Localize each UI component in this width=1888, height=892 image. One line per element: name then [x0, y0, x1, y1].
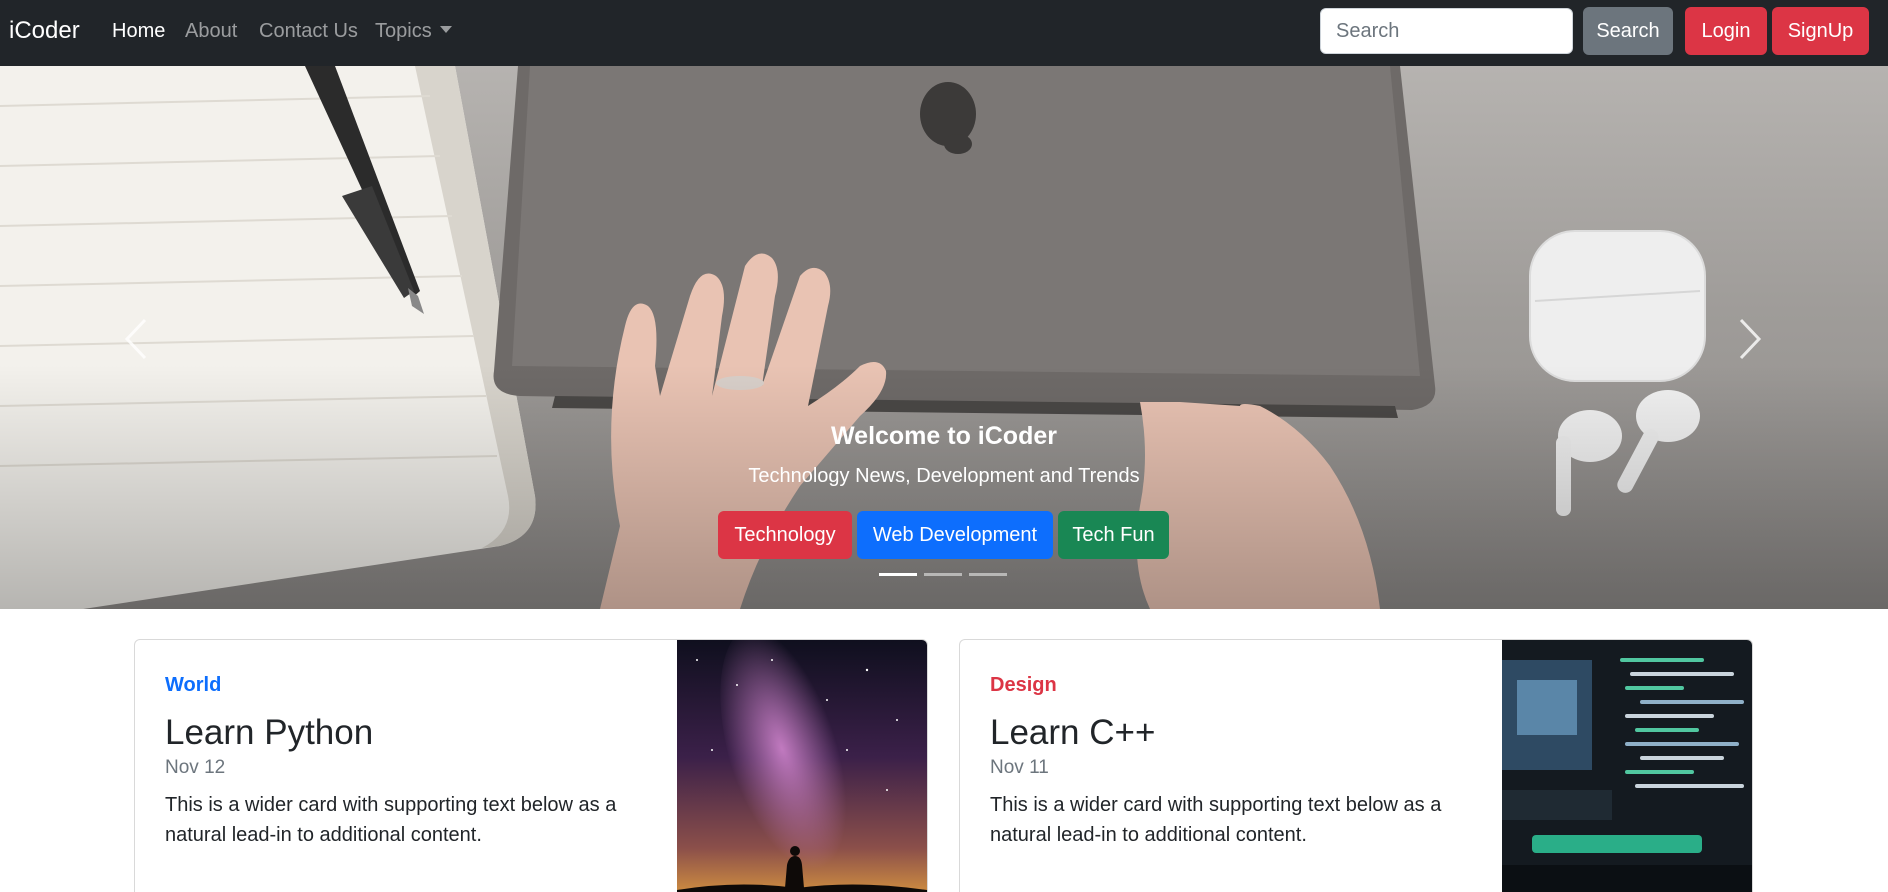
carousel-indicator[interactable] — [879, 573, 917, 576]
carousel-indicator[interactable] — [969, 573, 1007, 576]
tech-fun-button[interactable]: Tech Fun — [1058, 511, 1169, 559]
card-text: This is a wider card with supporting tex… — [990, 794, 1442, 846]
galaxy-image — [677, 640, 927, 892]
nav-link-about[interactable]: About — [185, 20, 237, 43]
carousel-title: Welcome to iCoder — [831, 422, 1057, 450]
web-development-button[interactable]: Web Development — [857, 511, 1053, 559]
chevron-down-icon — [439, 26, 452, 33]
brand-logo[interactable]: iCoder — [9, 17, 80, 45]
carousel-indicator[interactable] — [924, 573, 962, 576]
navbar: iCoder Home About Contact Us Topics Sear… — [0, 0, 1888, 66]
card-text: This is a wider card with supporting tex… — [165, 794, 617, 846]
card-title: Learn C++ — [990, 713, 1156, 752]
carousel-next-icon[interactable] — [1735, 314, 1765, 364]
login-button[interactable]: Login — [1685, 7, 1767, 55]
nav-link-contact[interactable]: Contact Us — [259, 20, 358, 43]
post-card: Design Learn C++ Nov 11 This is a wider … — [959, 639, 1753, 892]
card-title: Learn Python — [165, 713, 374, 752]
nav-dropdown-topics[interactable]: Topics — [375, 20, 452, 43]
card-category: Design — [990, 674, 1057, 696]
code-screen-image — [1502, 640, 1752, 892]
search-button[interactable]: Search — [1583, 7, 1673, 55]
post-card: World Learn Python Nov 12 This is a wide… — [134, 639, 928, 892]
card-date: Nov 12 — [165, 757, 226, 778]
nav-dropdown-topics-label: Topics — [375, 20, 432, 42]
carousel-subtitle: Technology News, Development and Trends — [748, 465, 1140, 487]
search-input[interactable] — [1320, 8, 1573, 54]
card-date: Nov 11 — [990, 757, 1049, 778]
carousel-prev-icon[interactable] — [121, 314, 151, 364]
card-category: World — [165, 674, 222, 696]
technology-button[interactable]: Technology — [718, 511, 852, 559]
signup-button[interactable]: SignUp — [1772, 7, 1869, 55]
nav-link-home[interactable]: Home — [112, 20, 165, 43]
